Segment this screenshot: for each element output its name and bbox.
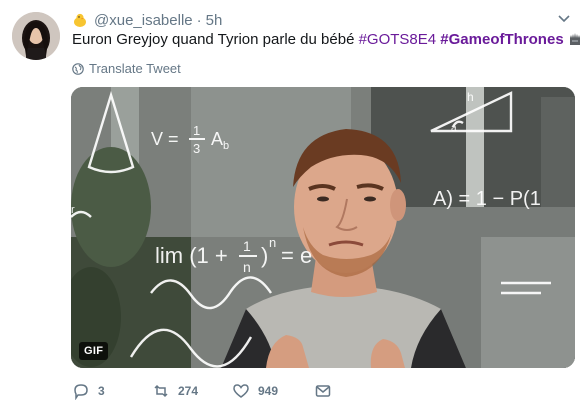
svg-text:r: r [71, 204, 75, 216]
svg-text:a: a [451, 123, 457, 134]
svg-text:): ) [261, 243, 268, 268]
svg-text:1: 1 [193, 123, 200, 138]
reply-icon [74, 384, 88, 400]
svg-text:b: b [223, 140, 229, 152]
svg-text:h: h [467, 90, 474, 104]
tweet-time[interactable]: 5h [206, 12, 223, 29]
like-icon [233, 384, 249, 398]
globe-icon [72, 62, 84, 75]
hashtag-link[interactable]: #GOTS8E4 [359, 31, 437, 48]
separator-dot: · [196, 11, 202, 29]
avatar[interactable] [12, 12, 60, 60]
like-count: 949 [258, 384, 279, 398]
tweet-header: @xue_isabelle · 5h [72, 10, 222, 30]
tweet-text: Euron Greyjoy quand Tyrion parle du bébé… [72, 31, 582, 49]
gif-badge: GIF [79, 342, 109, 360]
svg-text:1: 1 [243, 238, 251, 254]
translate-label: Translate Tweet [89, 61, 181, 76]
svg-text:V =: V = [151, 129, 179, 149]
message-icon [315, 385, 331, 397]
retweet-count: 274 [178, 384, 199, 398]
svg-text:n: n [243, 259, 251, 275]
svg-text:3: 3 [193, 141, 200, 156]
like-button[interactable]: 949 [232, 382, 314, 400]
tweet-actions: 3 274 949 [72, 381, 340, 401]
dropdown-caret-icon[interactable] [556, 10, 572, 26]
translate-link[interactable]: Translate Tweet [72, 61, 181, 76]
retweet-button[interactable]: 274 [152, 382, 232, 400]
reply-button[interactable]: 3 [72, 382, 152, 400]
retweet-icon [154, 384, 168, 398]
author-handle[interactable]: @xue_isabelle [94, 12, 193, 29]
chick-emoji-icon [74, 13, 86, 27]
gif-media[interactable]: V = 1 3 A b lim (1 + 1 n ) n = e A) = 1 … [71, 87, 575, 368]
direct-message-button[interactable] [314, 382, 340, 400]
svg-text:= e: = e [281, 243, 312, 268]
hashtag-link-bold[interactable]: #GameofThrones [440, 31, 563, 48]
svg-text:A) = 1 − P(1: A) = 1 − P(1 [433, 188, 541, 210]
svg-text:A: A [211, 129, 223, 149]
tweet-body: Euron Greyjoy quand Tyrion parle du bébé [72, 31, 359, 48]
gif-frame: V = 1 3 A b lim (1 + 1 n ) n = e A) = 1 … [71, 87, 575, 368]
svg-text:lim (1 +: lim (1 + [155, 243, 228, 268]
reply-count: 3 [98, 384, 105, 398]
iron-throne-emoji-icon [569, 33, 580, 45]
svg-text:n: n [269, 235, 276, 250]
